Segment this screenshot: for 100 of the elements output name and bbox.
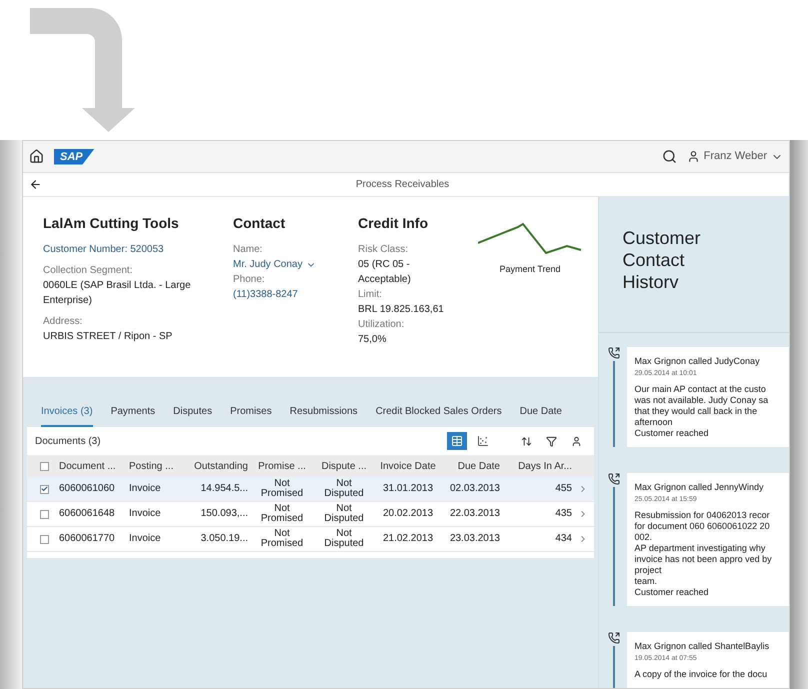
sort-icon[interactable]	[520, 436, 532, 446]
column-header[interactable]: Promise ...	[250, 458, 314, 474]
table-cell-text: 31.01.2013	[382, 484, 434, 494]
phone-call-icon	[608, 473, 620, 485]
field-label: Utilization:	[358, 318, 406, 332]
tab[interactable]: Disputes	[173, 404, 212, 427]
person-icon[interactable]	[570, 436, 582, 446]
entry-text: project	[634, 565, 663, 576]
phone-link[interactable]: (11)3388-8247	[233, 287, 358, 302]
table-cell-text: 14.954.5...	[200, 484, 249, 494]
entry-text: Resubmission for 04062013 recor	[634, 510, 771, 521]
field-label: Name:	[233, 243, 264, 257]
table-cell-text: Not Disputed	[323, 504, 365, 524]
column-header[interactable]: Invoice Date	[374, 458, 442, 474]
trend-label: Payment Trend	[499, 263, 561, 276]
search-icon[interactable]	[662, 149, 677, 164]
row-checkbox[interactable]	[40, 510, 49, 518]
table-cell-text: Invoice	[128, 534, 162, 544]
table-cell-text: Not Promised	[260, 529, 304, 549]
table-view-button[interactable]	[446, 432, 466, 450]
entry-text: 002.	[634, 532, 654, 543]
contact-name-dropdown[interactable]: Mr. Judy Conay	[233, 257, 358, 272]
table-cell-text: 21.02.2013	[382, 534, 434, 544]
contact-heading: Contact	[233, 214, 286, 233]
history-title: Customer Contact Historv	[622, 227, 702, 293]
back-icon[interactable]	[29, 178, 42, 191]
entry-title: Max Grignon called ShantelBaylis	[634, 640, 770, 653]
table-cell-text: Not Disputed	[323, 529, 365, 549]
field-label: Limit:	[358, 288, 383, 302]
tab[interactable]: Resubmissions	[290, 404, 358, 427]
column-header[interactable]: Document ...	[57, 458, 127, 474]
tab[interactable]: Payments	[110, 404, 156, 427]
home-icon[interactable]	[29, 149, 44, 164]
user-icon	[686, 150, 700, 163]
table-cell-text: 22.03.2013	[448, 509, 501, 519]
entry-text: for document 060 6060061022 20	[634, 521, 771, 532]
table-row[interactable]: 6060061060 Invoice 14.954.5... Not Promised Not Disputed 31.01.2013 02.03.2013 455	[27, 477, 594, 502]
entry-text: Customer reached	[634, 428, 710, 439]
arrow-icon	[30, 8, 135, 132]
column-header[interactable]: Dispute ...	[314, 458, 374, 474]
select-all-checkbox[interactable]	[40, 462, 49, 470]
table-row[interactable]: 6060061770 Invoice 3.050.19... Not Promised Not Disputed 21.02.2013 23.03.2013 434	[27, 527, 594, 552]
table-cell-text: 6060061770	[58, 534, 116, 544]
user-menu[interactable]: Franz Weber	[686, 148, 783, 165]
phone-call-icon	[608, 632, 620, 644]
entry-text: Our main AP contact at the custo	[634, 384, 767, 395]
tab[interactable]: Credit Blocked Sales Orders	[376, 404, 502, 427]
field-label: Risk Class:	[358, 243, 410, 257]
table-cell-text: 6060061060	[58, 484, 116, 494]
table-cell-text: 455	[554, 484, 573, 494]
credit-heading: Credit Info	[358, 214, 429, 233]
table-row[interactable]: 6060061648 Invoice 150.093,... Not Promised Not Disputed 20.02.2013 22.03.2013 435	[27, 502, 594, 527]
entry-text: that they would call back in the	[634, 406, 758, 417]
field-value: 05 (RC 05 - Acceptable)	[358, 258, 412, 287]
field-value: 0060LE (SAP Brasil Ltda. - Large Enterprise)	[43, 279, 192, 308]
sap-logo: SAP	[54, 148, 95, 164]
field-label: Collection Segment:	[43, 264, 134, 278]
tab[interactable]: Due Date	[520, 404, 562, 427]
table-cell-text: 20.02.2013	[382, 509, 434, 519]
entry-text: AP department investigating why	[634, 543, 766, 554]
table-cell-text: Not Promised	[260, 504, 304, 524]
column-header[interactable]: Due Date	[442, 458, 502, 474]
field-value: URBIS STREET / Ripon - SP	[43, 330, 174, 344]
tab[interactable]: Promises	[230, 404, 272, 427]
field-label: Address:	[43, 315, 84, 329]
entry-title: Max Grignon called JudyConay	[634, 355, 761, 368]
phone-call-icon	[608, 347, 620, 359]
table-cell-text: Not Disputed	[323, 479, 365, 499]
row-checkbox[interactable]	[40, 484, 49, 494]
table-cell-text: Invoice	[128, 484, 162, 494]
field-value: 75,0%	[358, 333, 388, 347]
table-cell-text: 434	[554, 534, 573, 544]
entry-text: afternoon	[634, 417, 674, 428]
column-header[interactable]: Outstanding	[182, 458, 250, 474]
timeline-line	[612, 646, 614, 688]
table-cell-text: 150.093,...	[200, 509, 249, 519]
table-icon	[450, 435, 462, 447]
table-cell-text: Not Promised	[260, 479, 304, 499]
table-cell-text: 3.050.19...	[200, 534, 249, 544]
table-cell-text: 6060061648	[58, 509, 116, 519]
customer-name: LalAm Cutting Tools	[43, 214, 180, 233]
customer-number-link[interactable]: Customer Number: 520053	[43, 242, 233, 257]
column-header[interactable]: Days In Ar...	[502, 458, 574, 474]
table-title: Documents (3)	[35, 434, 102, 448]
row-checkbox[interactable]	[40, 534, 49, 544]
table-cell-text: 23.03.2013	[448, 534, 501, 544]
entry-text: team.	[634, 576, 658, 587]
entry-text: A copy of the invoice for the docu	[634, 669, 768, 680]
entry-text: invoice has not been appro ved by	[634, 554, 773, 565]
table-cell-text: 435	[554, 509, 573, 519]
entry-text: was not available. Judy Conay sa	[634, 395, 770, 406]
column-header[interactable]: Posting ...	[127, 458, 182, 474]
entry-text: Customer reached	[634, 587, 710, 598]
page-title: Process Receivables	[354, 178, 450, 192]
field-label: Phone:	[233, 273, 266, 287]
entry-title: Max Grignon called JennyWindy	[634, 481, 765, 494]
field-value: BRL 19.825.163,61	[358, 303, 445, 317]
filter-icon[interactable]	[546, 436, 556, 446]
table-cell-text: 02.03.2013	[448, 484, 501, 494]
table-cell-text: Invoice	[128, 509, 162, 519]
